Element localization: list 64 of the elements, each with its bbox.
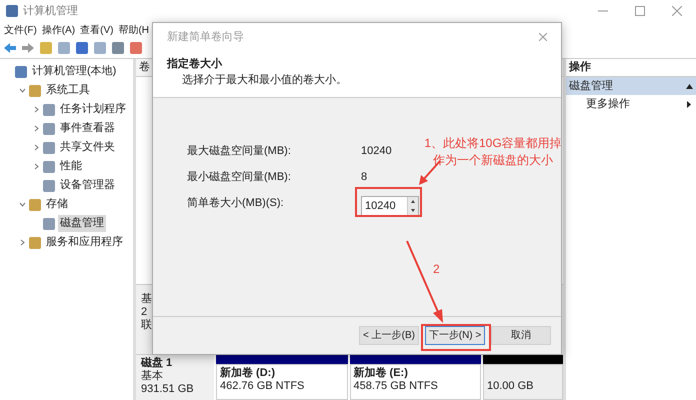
field-value: 10240 <box>361 144 392 159</box>
tree-item[interactable]: 计算机管理(本地) <box>30 63 118 80</box>
tree-item[interactable]: 服务和应用程序 <box>44 234 125 251</box>
annotation-text: 2 <box>433 261 440 278</box>
size-spinner[interactable]: 10240 <box>361 196 419 216</box>
spinner-buttons[interactable] <box>407 197 418 215</box>
tree-item[interactable]: 系统工具 <box>44 82 92 99</box>
collapse-arrow-icon[interactable] <box>686 84 693 88</box>
menu-item[interactable]: 操作(A) <box>42 22 76 38</box>
chevron-right-icon[interactable] <box>32 163 40 170</box>
close-icon[interactable] <box>672 6 682 16</box>
chevron-down-icon[interactable] <box>18 87 26 94</box>
submenu-arrow-icon <box>687 100 691 108</box>
chevron-right-icon[interactable] <box>18 239 26 246</box>
action-label: 更多操作 <box>586 96 630 112</box>
tree-item[interactable]: 存储 <box>44 196 70 213</box>
dialog-subtitle: 选择介于最大和最小值的卷大小。 <box>181 73 348 88</box>
disk-info-text: 2 <box>141 306 148 319</box>
chevron-down-icon[interactable] <box>18 201 26 208</box>
window-title: 计算机管理 <box>23 4 78 19</box>
partition-size: 10.00 GB <box>487 380 534 393</box>
action-item[interactable]: 更多操作 <box>566 95 696 113</box>
chevron-right-icon[interactable] <box>32 125 40 132</box>
disk-info-text: 基 <box>141 293 153 306</box>
down-arrow-icon[interactable] <box>411 209 415 212</box>
tree-item[interactable]: 性能 <box>58 158 84 175</box>
back-arrow-icon[interactable] <box>4 43 16 53</box>
tree-item[interactable]: 磁盘管理 <box>58 215 106 232</box>
close-icon[interactable] <box>539 33 547 42</box>
maximize-icon[interactable] <box>635 6 645 16</box>
chevron-right-icon[interactable] <box>32 144 40 151</box>
dialog-title: 新建简单卷向导 <box>167 30 244 45</box>
spinner-value: 10240 <box>364 198 397 214</box>
dialog-button[interactable]: 下一步(N) > <box>425 326 485 345</box>
partition-size: 462.76 GB NTFS <box>220 380 306 393</box>
partition-size: 458.75 GB NTFS <box>354 380 439 393</box>
actions-section[interactable]: 磁盘管理 <box>566 77 696 95</box>
dialog-heading: 指定卷大小 <box>167 56 223 72</box>
menu-item[interactable]: 文件(F) <box>4 22 37 38</box>
dialog-button[interactable]: < 上一步(B) <box>359 326 419 345</box>
dialog-button[interactable]: 取消 <box>491 326 551 345</box>
highlight-rectangle <box>355 187 422 217</box>
disk-name: 磁盘 1 <box>141 357 174 370</box>
tree-item[interactable]: 共享文件夹 <box>58 139 117 156</box>
highlight-rectangle <box>421 324 491 351</box>
disk-info-text: 联 <box>141 319 153 332</box>
menu-item[interactable]: 查看(V) <box>80 22 114 38</box>
field-label: 最小磁盘空间量(MB): <box>187 170 292 185</box>
field-value: 8 <box>361 170 368 185</box>
forward-arrow-icon[interactable] <box>22 43 34 53</box>
tree-item[interactable]: 事件查看器 <box>58 120 117 137</box>
tree-item[interactable]: 设备管理器 <box>58 177 117 194</box>
chevron-right-icon[interactable] <box>32 106 40 113</box>
annotation-text: 1、此处将10G容量都用掉作为一个新磁盘的大小 <box>423 135 563 169</box>
disk-info-text: 基本 <box>141 370 164 383</box>
field-label: 最大磁盘空间量(MB): <box>187 144 292 159</box>
tree-item[interactable]: 任务计划程序 <box>58 101 128 118</box>
section-label: 磁盘管理 <box>569 78 613 94</box>
disk-info-text: 931.51 GB <box>141 383 195 396</box>
field-label: 简单卷大小(MB)(S): <box>187 196 285 211</box>
up-arrow-icon[interactable] <box>411 200 415 203</box>
partition-name: 新加卷 (D:) <box>220 367 276 380</box>
menu-item[interactable]: 帮助(H <box>118 22 150 38</box>
partition-name: 新加卷 (E:) <box>354 367 409 380</box>
